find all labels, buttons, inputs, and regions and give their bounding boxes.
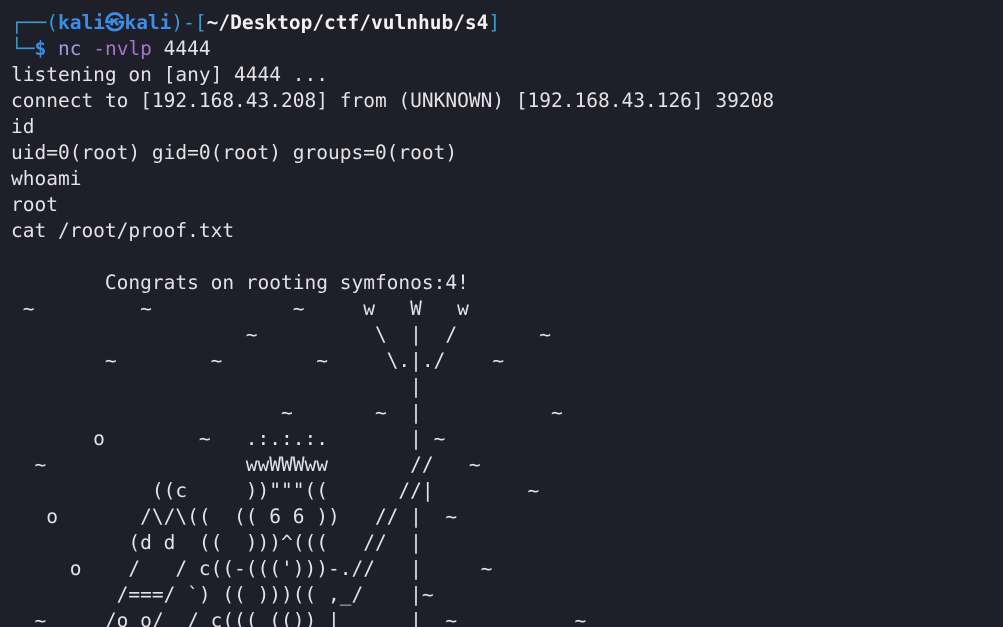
output-line-id-cmd: id [11, 115, 35, 138]
ascii-art-line: o /\/\(( (( 6 6 )) // | ~ [11, 505, 458, 528]
ascii-art-line: ~ ~ ~ \.|./ ~ [11, 349, 505, 372]
output-line-connect: connect to [192.168.43.208] from (UNKNOW… [11, 89, 775, 112]
ascii-art-line: ~ wwWWWww // ~ [11, 453, 481, 476]
ascii-art-line: ((c ))"""(( //| ~ [11, 479, 540, 502]
ascii-art-line: o ~ .:.:.:. | ~ [11, 427, 446, 450]
ascii-art-line: /===/ `) (( )))(( ,_/ |~ [11, 583, 434, 606]
command-line[interactable]: └─$ nc -nvlp 4444 [11, 36, 211, 62]
prompt-path: ~/Desktop/ctf/vulnhub/s4 [206, 11, 489, 34]
output-line-listening: listening on [any] 4444 ... [11, 63, 328, 86]
ascii-art-line: ~ ~ ~ w W w [11, 297, 469, 320]
kali-skull-icon: ㉿ [104, 11, 125, 34]
ascii-art-line: ~ \ | / ~ [11, 323, 552, 346]
output-line-uid: uid=0(root) gid=0(root) groups=0(root) [11, 141, 458, 164]
ascii-art-line: o / / c((-(((')))-.// | ~ [11, 557, 493, 580]
prompt-user: kali [57, 11, 105, 34]
prompt-header: ┌──(kali㉿kali)-[~/Desktop/ctf/vulnhub/s4… [11, 10, 500, 36]
ascii-art-line: | [11, 375, 422, 398]
command-port: 4444 [151, 37, 211, 60]
command-name: nc [57, 37, 82, 60]
prompt-dollar: $ [34, 37, 47, 60]
output-line-cat-cmd: cat /root/proof.txt [11, 219, 235, 242]
prompt-host: kali [124, 11, 172, 34]
output-line-congrats: Congrats on rooting symfonos:4! [11, 271, 469, 294]
prompt-frame-mid: )-[ [171, 11, 207, 34]
ascii-art-line: ~ ~ | ~ [11, 401, 563, 424]
ascii-art-line: (d d (( )))^((( // | [11, 531, 422, 554]
output-line-whoami-cmd: whoami [11, 167, 82, 190]
output-line-root: root [11, 193, 58, 216]
command-flags: -nvlp [81, 37, 152, 60]
prompt-frame-end: ] [488, 11, 501, 34]
ascii-art-line: ~ /o o/ / c((( (()) | | ~ ~ [11, 609, 587, 627]
prompt-frame-bottom: └─ [11, 37, 35, 60]
prompt-frame-top: ┌──( [11, 11, 58, 34]
terminal-window[interactable]: ┌──(kali㉿kali)-[~/Desktop/ctf/vulnhub/s4… [0, 0, 1003, 627]
